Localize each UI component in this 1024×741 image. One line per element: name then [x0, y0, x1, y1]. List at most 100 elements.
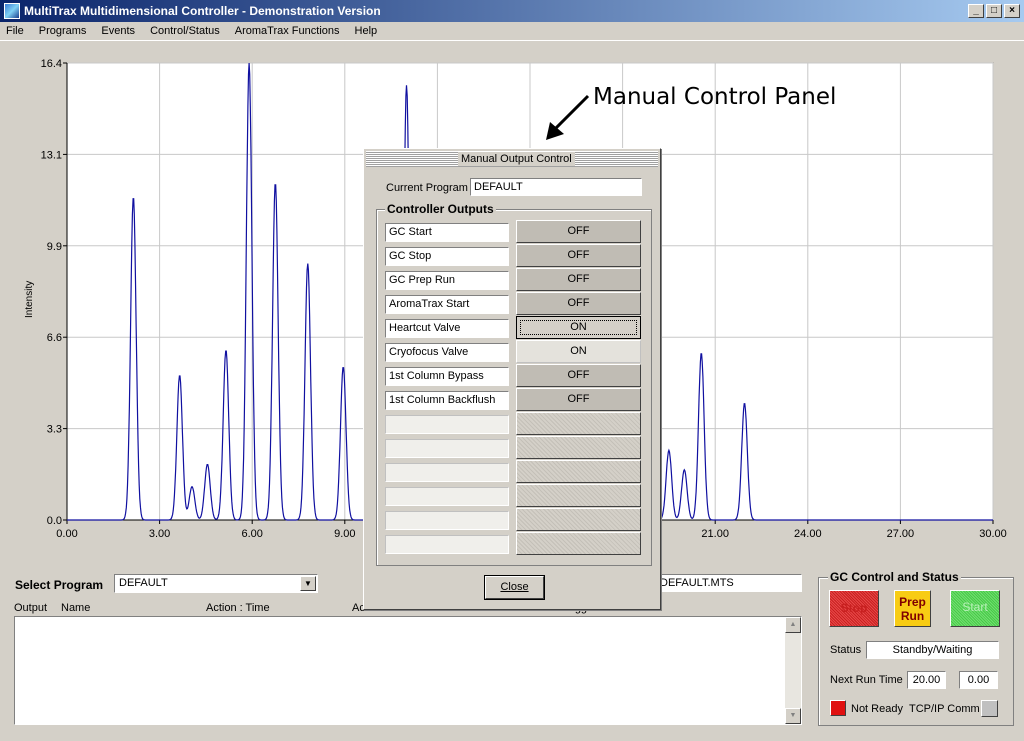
- next-run-time-field[interactable]: 20.00: [907, 671, 946, 689]
- output-row: 1st Column Backflush OFF: [385, 388, 641, 411]
- scroll-down-icon[interactable]: ▼: [785, 708, 801, 724]
- output-name-field-empty: [385, 535, 509, 554]
- col-output: Output: [14, 602, 48, 614]
- output-name-field[interactable]: 1st Column Bypass: [385, 367, 509, 386]
- output-row-empty: [385, 484, 641, 507]
- close-window-button[interactable]: ×: [1004, 4, 1020, 18]
- menu-file[interactable]: File: [4, 25, 26, 37]
- select-program-label: Select Program: [15, 578, 104, 592]
- output-row: GC Stop OFF: [385, 244, 641, 267]
- gc-stop-button[interactable]: Stop: [829, 590, 879, 627]
- menu-control-status[interactable]: Control/Status: [148, 25, 222, 37]
- output-name-field[interactable]: 1st Column Backflush: [385, 391, 509, 410]
- x-tick-label: 3.00: [149, 528, 170, 540]
- dialog-close-button[interactable]: Close: [484, 575, 545, 600]
- x-tick-label: 30.00: [979, 528, 1007, 540]
- x-tick-label: 0.00: [56, 528, 77, 540]
- y-tick-label: 0.0: [47, 515, 62, 527]
- output-row-empty: [385, 412, 641, 435]
- output-row: Cryofocus Valve ON: [385, 340, 641, 363]
- output-toggle-button[interactable]: ON: [516, 316, 641, 339]
- output-name-field[interactable]: GC Stop: [385, 247, 509, 266]
- gc-stop-label: Stop: [840, 601, 868, 615]
- y-tick-label: 16.4: [41, 58, 62, 70]
- minimize-button[interactable]: _: [968, 4, 984, 18]
- x-tick-label: 21.00: [701, 528, 729, 540]
- program-filename: DEFAULT.MTS: [656, 574, 802, 592]
- output-name-field[interactable]: GC Prep Run: [385, 271, 509, 290]
- events-grid[interactable]: ▲ ▼: [14, 616, 802, 725]
- dropdown-arrow-icon[interactable]: ▼: [300, 576, 316, 591]
- output-name-field-empty: [385, 511, 509, 530]
- scroll-up-icon[interactable]: ▲: [785, 617, 801, 633]
- output-row-empty: [385, 460, 641, 483]
- output-name-field[interactable]: Cryofocus Valve: [385, 343, 509, 362]
- menu-events[interactable]: Events: [99, 25, 137, 37]
- output-toggle-button[interactable]: OFF: [516, 364, 641, 387]
- annotation-arrow: [546, 94, 590, 140]
- output-state-label: OFF: [567, 297, 590, 309]
- ready-status-text: Not Ready: [851, 703, 903, 715]
- program-select[interactable]: DEFAULT ▼: [114, 574, 318, 593]
- maximize-button[interactable]: □: [986, 4, 1002, 18]
- menu-aromatrax[interactable]: AromaTrax Functions: [233, 25, 342, 37]
- output-name-field-empty: [385, 415, 509, 434]
- status-label: Status: [830, 644, 862, 656]
- gc-group-title: GC Control and Status: [828, 570, 961, 584]
- x-tick-label: 24.00: [794, 528, 822, 540]
- gc-control-group: GC Control and Status Stop Prep Run Star…: [818, 570, 1014, 726]
- col-name: Name: [61, 602, 91, 614]
- y-tick-label: 9.9: [47, 241, 62, 253]
- menu-programs[interactable]: Programs: [37, 25, 89, 37]
- window-title: MultiTrax Multidimensional Controller - …: [24, 4, 381, 18]
- app-icon: [4, 3, 20, 19]
- title-bar: MultiTrax Multidimensional Controller - …: [0, 0, 1024, 22]
- y-axis-label: Intensity: [24, 280, 35, 318]
- output-toggle-button[interactable]: OFF: [516, 388, 641, 411]
- output-toggle-button[interactable]: OFF: [516, 268, 641, 291]
- output-name-field[interactable]: Heartcut Valve: [385, 319, 509, 338]
- events-scrollbar[interactable]: ▲ ▼: [785, 617, 801, 724]
- program-select-value: DEFAULT: [119, 577, 168, 589]
- output-state-label: OFF: [567, 273, 590, 285]
- x-tick-label: 6.00: [241, 528, 262, 540]
- menu-help[interactable]: Help: [353, 25, 380, 37]
- annotation-label: Manual Control Panel: [593, 84, 837, 110]
- y-tick-label: 13.1: [41, 149, 62, 161]
- focus-rect: [520, 320, 637, 335]
- output-toggle-button-disabled: [516, 460, 641, 483]
- output-state-label: OFF: [567, 249, 590, 261]
- prep-run-label: Prep Run: [899, 595, 926, 623]
- output-state-label: OFF: [567, 393, 590, 405]
- status-value: Standby/Waiting: [866, 641, 999, 659]
- ready-led-icon: [830, 700, 846, 716]
- tcp-comm-button[interactable]: [981, 700, 998, 717]
- col-action-time-1: Action : Time: [206, 602, 270, 614]
- output-row: 1st Column Bypass OFF: [385, 364, 641, 387]
- close-label: Close: [500, 581, 529, 593]
- output-toggle-button-disabled: [516, 436, 641, 459]
- next-run-offset-field[interactable]: 0.00: [959, 671, 998, 689]
- menu-bar: File Programs Events Control/Status Arom…: [0, 22, 1024, 41]
- output-toggle-button[interactable]: OFF: [516, 220, 641, 243]
- prep-run-button[interactable]: Prep Run: [894, 590, 931, 627]
- output-name-field-empty: [385, 487, 509, 506]
- output-name-field[interactable]: GC Start: [385, 223, 509, 242]
- y-tick-label: 3.3: [47, 424, 62, 436]
- output-toggle-button-disabled: [516, 412, 641, 435]
- output-row-empty: [385, 532, 641, 555]
- x-tick-label: 9.00: [334, 528, 355, 540]
- output-state-label: OFF: [567, 225, 590, 237]
- output-toggle-button[interactable]: OFF: [516, 292, 641, 315]
- next-run-label: Next Run Time: [830, 674, 903, 686]
- output-name-field-empty: [385, 463, 509, 482]
- output-row: AromaTrax Start OFF: [385, 292, 641, 315]
- output-name-field-empty: [385, 439, 509, 458]
- gc-start-button[interactable]: Start: [950, 590, 1000, 627]
- output-toggle-button[interactable]: ON: [516, 340, 641, 363]
- y-tick-label: 6.6: [47, 332, 62, 344]
- output-toggle-button[interactable]: OFF: [516, 244, 641, 267]
- output-name-field[interactable]: AromaTrax Start: [385, 295, 509, 314]
- dialog-title-bar[interactable]: Manual Output Control: [366, 151, 658, 167]
- dialog-title: Manual Output Control: [458, 152, 575, 166]
